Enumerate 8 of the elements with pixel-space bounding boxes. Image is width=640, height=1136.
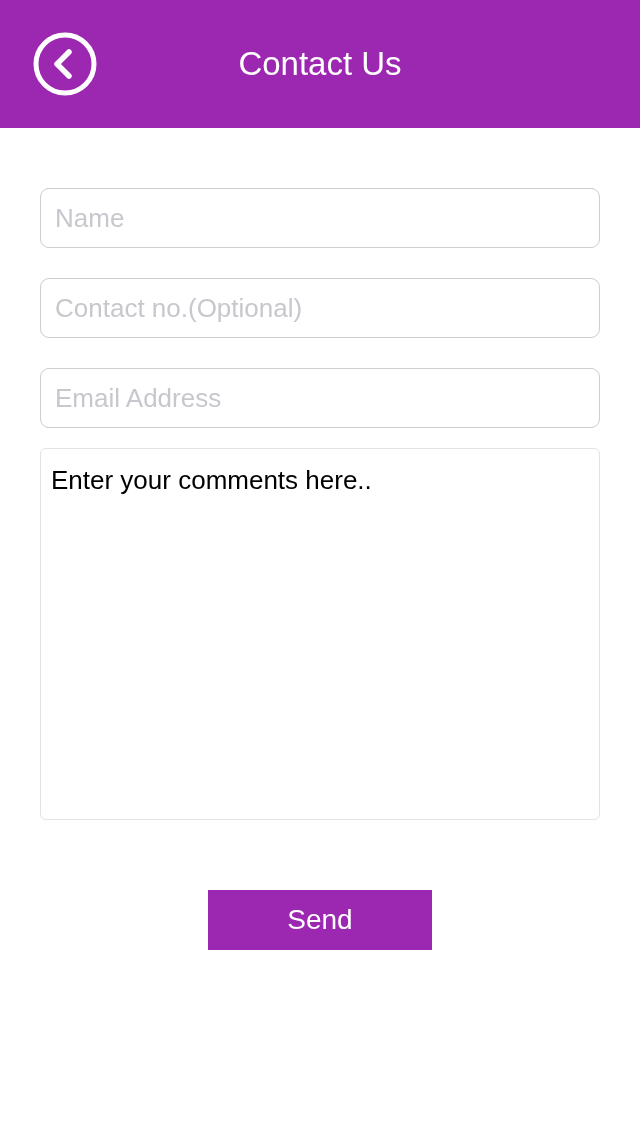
text-input-field[interactable]: Email Address xyxy=(40,368,600,428)
text-input-field[interactable]: Contact no.(Optional) xyxy=(40,278,600,338)
comments-text-area[interactable]: Enter your comments here.. xyxy=(40,448,600,820)
back-button[interactable] xyxy=(33,32,97,96)
back-arrow-circle-icon xyxy=(33,32,97,96)
text-input-field[interactable]: Name xyxy=(40,188,600,248)
send-button[interactable]: Send xyxy=(208,890,432,950)
page-title: Contact Us xyxy=(238,45,402,83)
